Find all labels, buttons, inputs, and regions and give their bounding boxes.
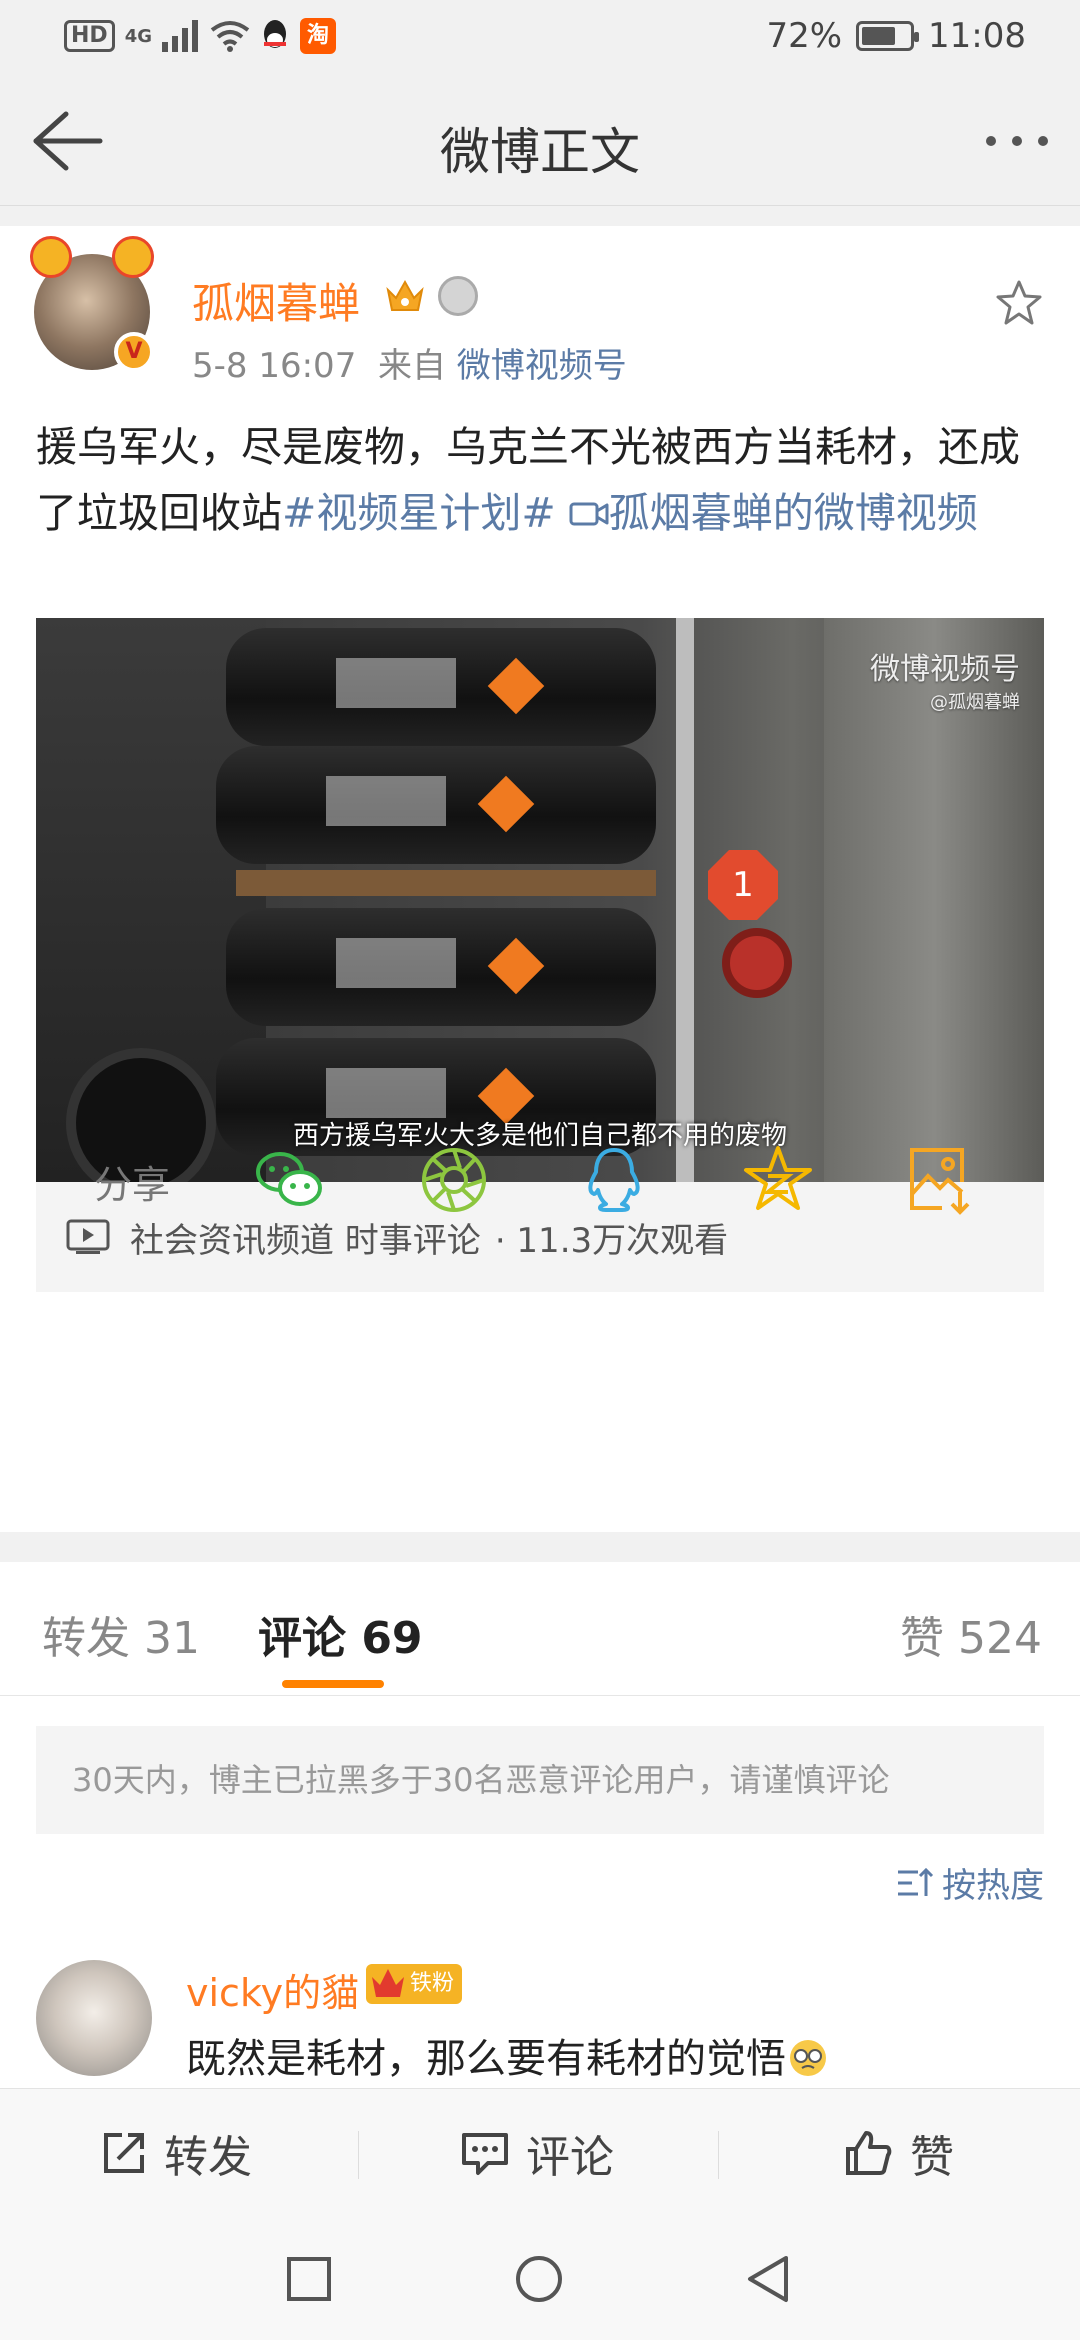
watermark-text: 微博视频号	[870, 652, 1020, 687]
recent-apps-icon[interactable]	[284, 2254, 334, 2304]
like-label: 赞	[910, 2132, 954, 2183]
divider	[0, 1532, 1080, 1562]
top-nav-bar: 微博正文	[0, 76, 1080, 206]
video-pillar	[676, 618, 694, 1182]
tab-comment[interactable]: 评论 69	[258, 1602, 423, 1666]
repost-label: 转发	[164, 2132, 252, 2183]
network-type: 4G	[124, 25, 152, 47]
video-crate	[216, 746, 656, 864]
status-left: HD 4G 淘	[64, 18, 336, 54]
share-row: 分享	[0, 1120, 1080, 1240]
active-tab-indicator	[282, 1680, 384, 1688]
wifi-icon	[210, 21, 250, 52]
battery-icon	[856, 21, 920, 51]
save-image-icon[interactable]	[902, 1142, 978, 1218]
bottom-action-bar: 转发 评论 赞	[0, 2088, 1080, 2216]
repost-button[interactable]: 转发	[100, 2089, 252, 2217]
video-player[interactable]: 1 微博视频号 @孤烟暮蝉 西方援乌军火大多是他们自己都不用的废物	[36, 618, 1044, 1182]
home-icon[interactable]	[514, 2254, 564, 2304]
wechat-icon[interactable]	[252, 1142, 328, 1218]
post-meta: 5-8 16:07 来自 微博视频号	[192, 338, 627, 387]
author-name[interactable]: 孤烟暮蝉	[192, 270, 360, 331]
hd-indicator: HD	[64, 20, 115, 52]
interaction-tabs: 转发 31 评论 69 赞 524	[0, 1562, 1080, 1696]
separator	[358, 2131, 359, 2179]
repost-icon	[104, 2133, 144, 2173]
more-options-icon[interactable]	[986, 136, 1048, 146]
hashtag-link[interactable]: #视频星计划#	[282, 489, 556, 537]
medal-icon	[438, 276, 478, 316]
sort-icon	[898, 1867, 934, 1896]
video-watermark: 微博视频号 @孤烟暮蝉	[870, 644, 1020, 714]
qq-icon[interactable]	[576, 1142, 652, 1218]
emoji-icon	[790, 2040, 826, 2076]
divider	[0, 206, 1080, 226]
status-bar: HD 4G 淘 72% 11:08	[0, 0, 1080, 76]
battery-fill	[862, 27, 896, 45]
comment-button[interactable]: 评论	[460, 2089, 614, 2217]
verified-badge-icon: V	[114, 332, 154, 372]
favorite-star-icon[interactable]	[994, 278, 1044, 328]
member-crown-icon	[386, 279, 424, 311]
comment-text: 既然是耗材，那么要有耗材的觉悟	[186, 2026, 830, 2084]
commenter-name[interactable]: vicky的貓	[186, 1962, 359, 2017]
page-title: 微博正文	[440, 123, 640, 181]
from-label: 来自	[377, 346, 446, 386]
qq-notification-icon	[264, 20, 286, 48]
post-source[interactable]: 微博视频号	[457, 346, 627, 386]
video-camera-icon	[569, 502, 609, 526]
signal-icon	[162, 20, 198, 52]
clock: 11:08	[928, 16, 1026, 56]
sort-label: 按热度	[942, 1866, 1044, 1906]
fan-badge-label: 铁粉	[410, 1971, 455, 1996]
thumbs-up-icon	[846, 2131, 892, 2175]
taobao-notification-icon: 淘	[300, 18, 336, 54]
video-link-text: 孤烟暮蝉的微博视频	[608, 489, 978, 537]
comment-notice: 30天内，博主已拉黑多于30名恶意评论用户，请谨慎评论	[36, 1726, 1044, 1834]
battery-percent: 72%	[766, 16, 843, 56]
tab-like[interactable]: 赞 524	[900, 1602, 1042, 1666]
status-right: 72% 11:08	[766, 16, 1026, 56]
fan-badge: 铁粉	[366, 1964, 463, 2004]
watermark-handle: @孤烟暮蝉	[930, 692, 1020, 713]
crown-icon	[372, 1969, 404, 1997]
separator	[718, 2131, 719, 2179]
post-time: 5-8 16:07	[192, 346, 357, 386]
system-nav-bar	[0, 2216, 1080, 2340]
back-icon[interactable]	[744, 2254, 794, 2304]
post-text: 援乌军火，尽是废物，乌克兰不光被西方当耗材，还成了垃圾回收站#视频星计划# 孤烟…	[36, 414, 1046, 546]
share-label: 分享	[94, 1163, 171, 1207]
video-sign: 1	[708, 850, 778, 920]
avatar-frame-decoration	[30, 236, 154, 278]
commenter-avatar[interactable]	[36, 1960, 152, 2076]
video-crate	[226, 628, 656, 746]
video-link[interactable]: 孤烟暮蝉的微博视频	[569, 489, 978, 537]
sort-by-hot-button[interactable]: 按热度	[896, 1858, 1044, 1907]
qzone-icon[interactable]	[740, 1142, 816, 1218]
video-pallet	[236, 870, 656, 896]
comment-icon	[462, 2133, 508, 2175]
like-button[interactable]: 赞	[844, 2089, 954, 2217]
video-crate	[226, 908, 656, 1026]
comment-label: 评论	[526, 2132, 614, 2183]
moments-icon[interactable]	[416, 1142, 492, 1218]
video-hose-reel	[722, 928, 792, 998]
author-avatar[interactable]: V	[30, 236, 154, 372]
tab-repost[interactable]: 转发 31	[42, 1602, 200, 1666]
comment-body: 既然是耗材，那么要有耗材的觉悟	[186, 2036, 786, 2082]
